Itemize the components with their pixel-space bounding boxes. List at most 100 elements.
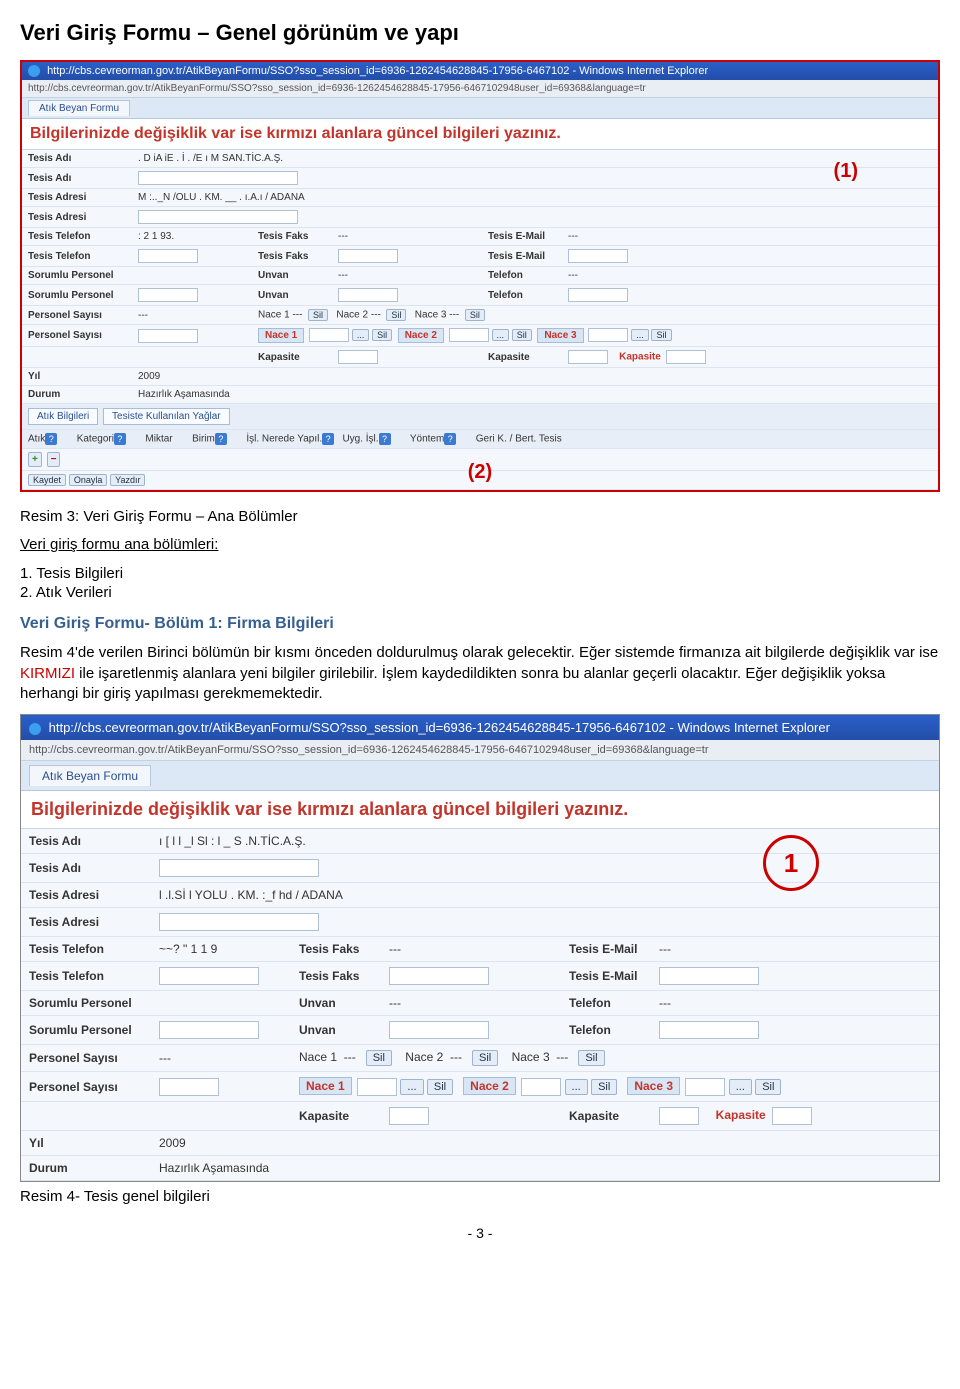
inp-tesis-adresi-2[interactable]	[159, 913, 319, 931]
btn-nace3-sil-b[interactable]: Sil	[578, 1050, 604, 1066]
btn-nace2-dots[interactable]: ...	[492, 329, 510, 341]
btn-nace1-sil2[interactable]: Sil	[372, 329, 392, 341]
subtab-atik[interactable]: Atık Bilgileri	[28, 408, 98, 425]
inp-kapasite1[interactable]	[338, 350, 378, 364]
inp-unvan-2[interactable]	[389, 1021, 489, 1039]
lbl-kapasite2: Kapasite	[482, 347, 562, 368]
val-tesis-tel-2: ~~? " 1 1 9	[151, 937, 291, 962]
val-durum: Hazırlık Aşamasında	[132, 386, 938, 404]
tab-atik-beyan[interactable]: Atık Beyan Formu	[28, 100, 130, 116]
page-title: Veri Giriş Formu – Genel görünüm ve yapı	[20, 20, 940, 46]
inp-personel[interactable]	[138, 329, 198, 343]
lbl-kapasite2-2: Kapasite	[561, 1101, 651, 1130]
val-tesis-faks-2: ---	[381, 937, 561, 962]
tab-atik-beyan-2[interactable]: Atık Beyan Formu	[29, 765, 151, 786]
lbl-telefon-red-2: Telefon	[561, 1016, 651, 1045]
lbl-tesis-adi: Tesis Adı	[22, 150, 132, 168]
inp-kapasite2[interactable]	[568, 350, 608, 364]
lbl-kapasite1: Kapasite	[252, 347, 332, 368]
inp-nace3-2[interactable]	[685, 1078, 725, 1096]
address-bar-2[interactable]: http://cbs.cevreorman.gov.tr/AtikBeyanFo…	[21, 740, 939, 761]
remove-row-button[interactable]: −	[47, 452, 61, 467]
screenshot-1: http://cbs.cevreorman.gov.tr/AtikBeyanFo…	[20, 60, 940, 492]
ie-icon	[29, 723, 41, 735]
lbl-tesis-adi-red-2: Tesis Adı	[21, 854, 151, 883]
inp-unvan[interactable]	[338, 288, 398, 302]
inp-kapasite3[interactable]	[666, 350, 706, 364]
inp-tesis-faks-2[interactable]	[389, 967, 489, 985]
lbl-tesis-faks-red-2: Tesis Faks	[291, 962, 381, 991]
subtab-yaglar[interactable]: Tesiste Kullanılan Yağlar	[103, 408, 230, 425]
inp-tesis-email-2[interactable]	[659, 967, 759, 985]
address-bar[interactable]: http://cbs.cevreorman.gov.tr/AtikBeyanFo…	[22, 80, 938, 98]
btn-nace3-sil-2b[interactable]: Sil	[755, 1079, 781, 1095]
inp-telefon-2[interactable]	[659, 1021, 759, 1039]
val-tesis-adresi-2: l .l.Sİ l YOLU . KM. :_f hd / ADANA	[151, 883, 939, 908]
inp-tesis-faks[interactable]	[338, 249, 398, 263]
btn-nace1-sil-2b[interactable]: Sil	[427, 1079, 453, 1095]
help-icon: ?	[444, 433, 456, 445]
btn-nace1-sil[interactable]: Sil	[308, 309, 328, 321]
nace-row-2b: Nace 1 ... Sil Nace 2 ... Sil Nace 3 ...…	[291, 1072, 939, 1102]
val-personel: ---	[132, 306, 252, 325]
lbl-tesis-faks: Tesis Faks	[252, 228, 332, 246]
inp-tesis-adi-2[interactable]	[159, 859, 319, 877]
btn-onayla[interactable]: Onayla	[69, 474, 108, 486]
lbl-telefon-2: Telefon	[561, 991, 651, 1016]
btn-nace3-sil[interactable]: Sil	[465, 309, 485, 321]
inp-nace1-2[interactable]	[357, 1078, 397, 1096]
btn-nace2-sil-2b[interactable]: Sil	[591, 1079, 617, 1095]
form-table-s1: Tesis Adı . D iA iE . İ . /E ı M SAN.TİC…	[22, 150, 938, 490]
lbl-personel-red-2: Personel Sayısı	[21, 1072, 151, 1102]
val-durum-2: Hazırlık Aşamasında	[151, 1155, 939, 1180]
btn-kaydet[interactable]: Kaydet	[28, 474, 66, 486]
lbl-sorumlu-red-2: Sorumlu Personel	[21, 1016, 151, 1045]
lbl-tesis-adresi-2: Tesis Adresi	[21, 883, 151, 908]
val-tesis-faks: ---	[332, 228, 482, 246]
inp-tesis-email[interactable]	[568, 249, 628, 263]
lbl-tesis-tel-red-2: Tesis Telefon	[21, 962, 151, 991]
inp-personel-2[interactable]	[159, 1078, 219, 1096]
btn-nace1-sil-b[interactable]: Sil	[366, 1050, 392, 1066]
inp-kapasite3-2[interactable]	[772, 1107, 812, 1125]
btn-yazdir[interactable]: Yazdır	[110, 474, 145, 486]
inp-nace2-2[interactable]	[521, 1078, 561, 1096]
inp-tesis-tel[interactable]	[138, 249, 198, 263]
help-icon: ?	[114, 433, 126, 445]
btn-nace3-dots[interactable]: ...	[631, 329, 649, 341]
val-unvan-2: ---	[381, 991, 561, 1016]
lbl-yil-2: Yıl	[21, 1130, 151, 1155]
inp-nace2[interactable]	[449, 328, 489, 342]
inp-kapasite2-2[interactable]	[659, 1107, 699, 1125]
screenshot-2: http://cbs.cevreorman.gov.tr/AtikBeyanFo…	[20, 714, 940, 1182]
lbl-tesis-adresi: Tesis Adresi	[22, 189, 132, 207]
lbl-tesis-faks-red: Tesis Faks	[252, 246, 332, 267]
marker-1: (1)	[834, 160, 858, 183]
inp-tesis-tel-2[interactable]	[159, 967, 259, 985]
inp-kapasite1-2[interactable]	[389, 1107, 429, 1125]
inp-sorumlu[interactable]	[138, 288, 198, 302]
lbl-telefon: Telefon	[482, 267, 562, 285]
inp-telefon[interactable]	[568, 288, 628, 302]
inp-sorumlu-2[interactable]	[159, 1021, 259, 1039]
btn-nace2-sil2[interactable]: Sil	[512, 329, 532, 341]
inp-nace3[interactable]	[588, 328, 628, 342]
btn-nace3-dots-2[interactable]: ...	[729, 1079, 752, 1095]
inp-tesis-adi[interactable]	[138, 171, 298, 185]
lbl-personel-2: Personel Sayısı	[21, 1045, 151, 1072]
add-row-button[interactable]: +	[28, 452, 42, 467]
btn-nace1-dots[interactable]: ...	[352, 329, 370, 341]
lbl-tesis-email-red-2: Tesis E-Mail	[561, 962, 651, 991]
btn-nace3-sil2[interactable]: Sil	[651, 329, 671, 341]
inp-nace1[interactable]	[309, 328, 349, 342]
lbl-tesis-tel-red: Tesis Telefon	[22, 246, 132, 267]
list-item: 1. Tesis Bilgileri	[20, 565, 940, 582]
btn-nace2-sil[interactable]: Sil	[386, 309, 406, 321]
btn-nace1-dots-2[interactable]: ...	[400, 1079, 423, 1095]
lbl-tesis-faks-2: Tesis Faks	[291, 937, 381, 962]
sections-intro: Veri giriş formu ana bölümleri:	[20, 535, 940, 555]
inp-tesis-adresi[interactable]	[138, 210, 298, 224]
btn-nace2-sil-b[interactable]: Sil	[472, 1050, 498, 1066]
btn-nace2-dots-2[interactable]: ...	[565, 1079, 588, 1095]
lbl-tesis-email-2: Tesis E-Mail	[561, 937, 651, 962]
